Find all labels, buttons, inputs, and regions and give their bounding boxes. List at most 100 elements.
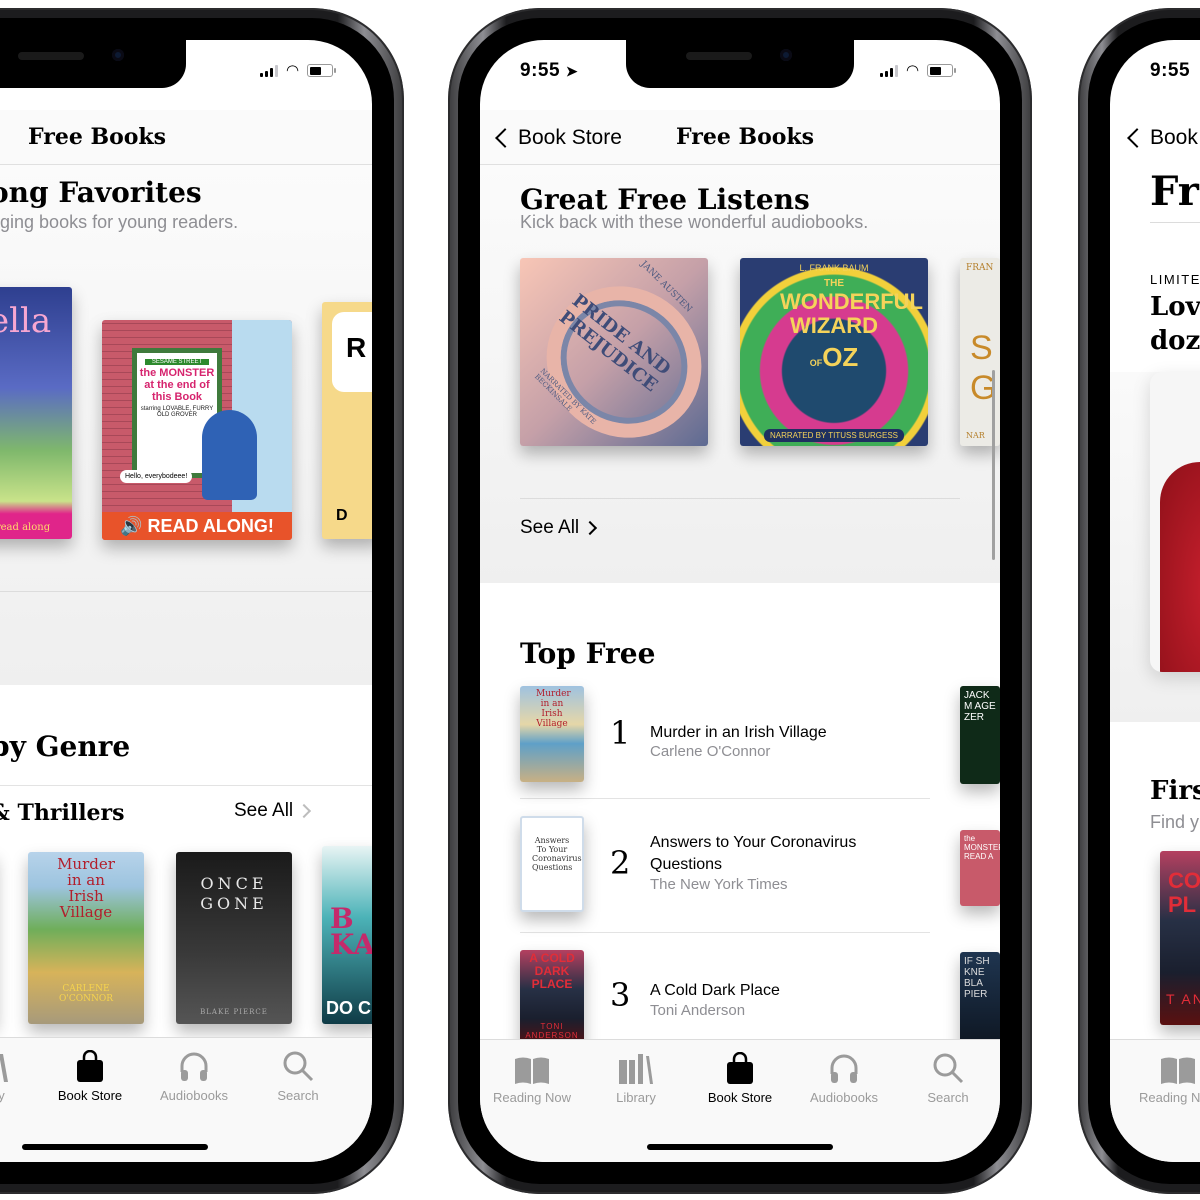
book-cover[interactable]: CO DA PL T ANDE xyxy=(1160,851,1200,1025)
item-title: Answers to Your Coronavirus Questions xyxy=(650,834,857,873)
bezel: ◠ Free Books ong Favorites aging books f… xyxy=(0,18,394,1184)
book-cover[interactable]: JACK M AGE ZER xyxy=(960,686,1000,784)
tab-label: Search xyxy=(927,1090,969,1105)
headline: doze xyxy=(1150,326,1200,356)
shopping-bag-icon xyxy=(40,1048,140,1082)
cover-title-top: THE xyxy=(824,278,844,289)
nav-title: Free Books xyxy=(676,124,815,150)
home-indicator[interactable] xyxy=(22,1144,208,1150)
status-time: 9:55 xyxy=(1150,60,1191,81)
cover-narrator: NARRATED BY TITUSS BURGESS xyxy=(763,429,905,442)
tab-label: Audiobooks xyxy=(810,1090,878,1105)
tab-search[interactable]: Search xyxy=(248,1048,348,1103)
elmo-illustration xyxy=(1160,462,1200,672)
chevron-left-icon xyxy=(1127,128,1147,148)
cover-title: Murder in an Irish Village xyxy=(57,855,115,921)
tab-bar: Reading Now xyxy=(1110,1039,1200,1162)
notch xyxy=(626,40,854,88)
scroll-indicator[interactable] xyxy=(992,370,995,560)
cover-caption: and read along xyxy=(0,522,51,533)
item-title: Murder in an Irish Village xyxy=(650,724,827,741)
status-icons: ◠ xyxy=(880,63,957,78)
audiobook-cover[interactable]: PRIDE AND PREJUDICE JANE AUSTEN NARRATED… xyxy=(520,258,708,446)
genre-title: & Thrillers xyxy=(0,800,125,826)
cover-bubble: Hello, everybodeee! xyxy=(120,470,193,483)
book-cover[interactable]: rella and read along xyxy=(0,287,72,539)
list-item[interactable]: Murder in an Irish Village 1 Murder in a… xyxy=(520,682,930,799)
battery-icon xyxy=(927,64,957,77)
screen: 9:55 ➤ ◠ Book Store Free Books Great Fre… xyxy=(480,40,1000,1162)
item-author: The New York Times xyxy=(650,876,788,893)
feature-card[interactable] xyxy=(1150,372,1200,672)
back-label: Book xyxy=(1150,126,1198,149)
section-title: by Genre xyxy=(0,730,131,763)
tab-reading-now[interactable]: Reading Now xyxy=(482,1050,582,1105)
section-title: ong Favorites xyxy=(0,176,202,209)
rank-number: 1 xyxy=(610,714,631,752)
back-button[interactable]: Book xyxy=(1127,126,1198,150)
speaker-icon: 🔊 xyxy=(120,516,143,536)
book-cover[interactable]: Murder in an Irish Village CARLENE O'CON… xyxy=(28,852,144,1024)
cellular-signal-icon xyxy=(880,64,898,77)
headphones-icon xyxy=(794,1050,894,1084)
home-indicator[interactable] xyxy=(647,1144,833,1150)
cover-series: SESAME STREET xyxy=(145,359,209,365)
list-item[interactable]: Answers To Your Coronavirus Questions 2 … xyxy=(520,798,930,933)
cover-title: S G xyxy=(970,329,997,407)
separator xyxy=(1150,222,1200,223)
navigation-bar: Free Books xyxy=(0,110,372,165)
large-title: Fre xyxy=(1150,168,1200,215)
cover-footer: D xyxy=(336,507,348,524)
grover-illustration xyxy=(202,410,257,500)
book-cover: A COLD DARK PLACE TONI ANDERSON xyxy=(520,950,584,1048)
tab-book-store[interactable]: Book Store xyxy=(40,1048,140,1103)
book-cover[interactable]: the MONSTER READ A xyxy=(960,830,1000,906)
book-cover[interactable]: SESAME STREET the MONSTER at the end of … xyxy=(102,320,292,540)
rank-number: 2 xyxy=(610,844,631,882)
cover-author: BLAKE PIERCE xyxy=(200,1008,268,1016)
audiobook-cover[interactable]: L. FRANK BAUM THE WONDERFUL WIZARD OFOZ … xyxy=(740,258,928,446)
reading-now-icon xyxy=(482,1050,582,1084)
tab-label: Search xyxy=(277,1088,319,1103)
battery-icon xyxy=(307,64,337,77)
search-icon xyxy=(248,1048,348,1082)
back-button[interactable]: Book Store xyxy=(495,126,622,150)
screen: ◠ Free Books ong Favorites aging books f… xyxy=(0,40,372,1162)
cover-title-oz: OFOZ xyxy=(809,342,859,372)
tab-search[interactable]: Search xyxy=(898,1050,998,1105)
cover-author: FRAN xyxy=(966,263,994,273)
headline: Love xyxy=(1150,292,1200,322)
see-all-label: See All xyxy=(234,800,294,821)
tab-book-store[interactable]: Book Store xyxy=(690,1050,790,1105)
book-cover[interactable]: IF SH KNE BLA PIER xyxy=(960,952,1000,1050)
see-all-link[interactable]: See All xyxy=(520,517,598,539)
tab-reading-now[interactable]: Reading Now xyxy=(1128,1050,1200,1105)
notch xyxy=(0,40,186,88)
tab-label: Reading Now xyxy=(1138,1090,1200,1105)
cover-narrator: NAR xyxy=(966,431,985,440)
wifi-icon: ◠ xyxy=(286,61,300,79)
section-subtitle: Find y xyxy=(1150,812,1200,832)
book-cover[interactable]: R D xyxy=(322,302,372,539)
tab-audiobooks[interactable]: Audiobooks xyxy=(794,1050,894,1105)
status-icons: ◠ xyxy=(260,61,337,79)
tab-library[interactable]: brary xyxy=(0,1048,40,1103)
see-all-link[interactable]: See All xyxy=(234,800,312,822)
navigation-bar: Book Store Free Books xyxy=(480,110,1000,165)
tab-audiobooks[interactable]: Audiobooks xyxy=(144,1048,244,1103)
see-all-label: See All xyxy=(520,517,580,538)
book-cover[interactable]: B KA DO CL xyxy=(322,846,372,1024)
item-title: A Cold Dark Place xyxy=(650,982,780,999)
book-cover: Murder in an Irish Village xyxy=(520,686,584,782)
phone-middle: 9:55 ➤ ◠ Book Store Free Books Great Fre… xyxy=(448,8,1032,1194)
separator xyxy=(0,591,372,592)
item-author: Carlene O'Connor xyxy=(650,743,771,760)
section-title: Firs xyxy=(1150,776,1200,806)
tab-library[interactable]: Library xyxy=(586,1050,686,1105)
phone-left: ◠ Free Books ong Favorites aging books f… xyxy=(0,8,404,1194)
rank-number: 3 xyxy=(610,976,631,1014)
book-cover[interactable]: ONCE GONE BLAKE PIERCE xyxy=(176,852,292,1024)
shopping-bag-icon xyxy=(690,1050,790,1084)
back-label: Book Store xyxy=(518,126,622,149)
eyebrow-label: LIMITE xyxy=(1150,272,1200,287)
